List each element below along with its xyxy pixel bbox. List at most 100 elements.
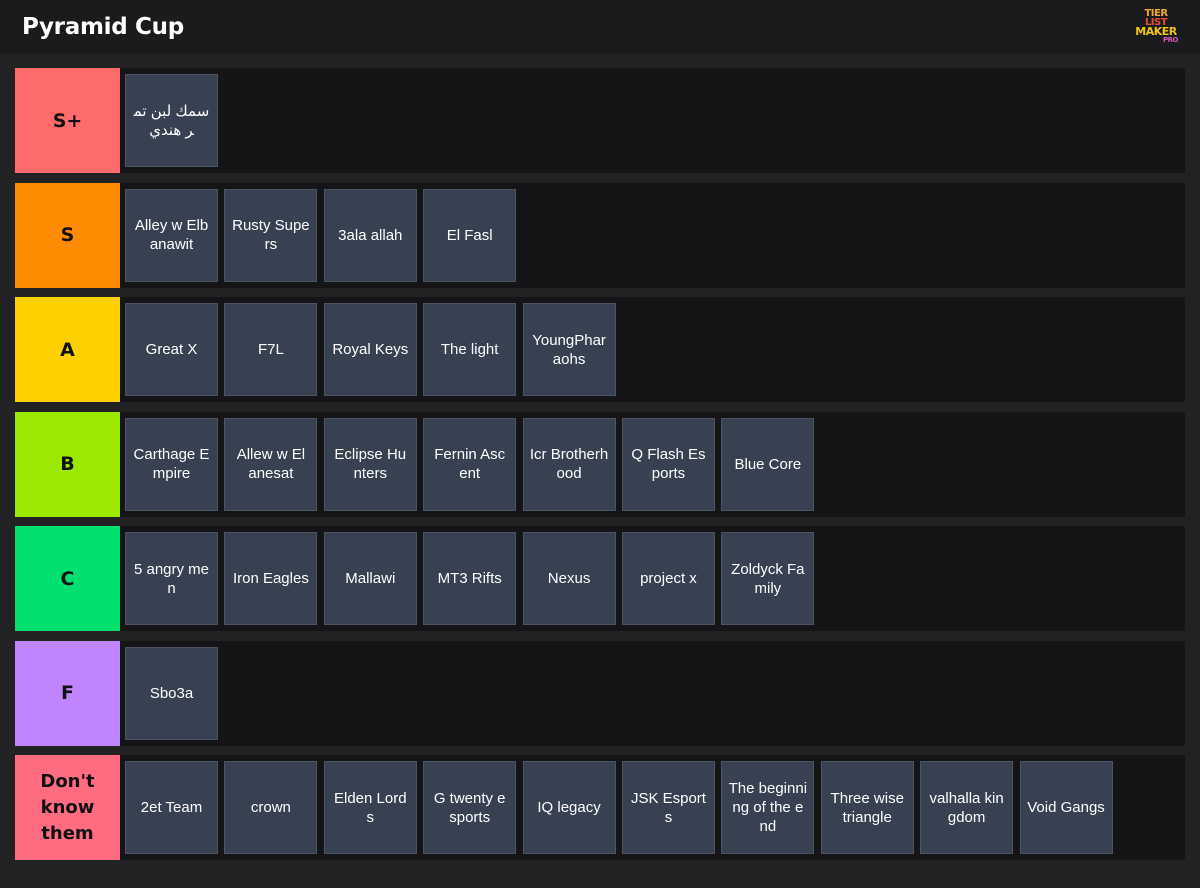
tier-item-card[interactable]: Void Gangs [1019, 761, 1113, 854]
tier-item-card[interactable]: The beginning of the end [721, 761, 815, 854]
tier-item-card[interactable]: Allew w El anesat [224, 417, 318, 511]
tier-items: Alley w Elbanawit Rusty Supers 3ala allah E… [125, 188, 523, 283]
tier-item-label: سمك لبن تمر هندي [133, 102, 210, 139]
tier-items: Sbo3a [125, 646, 224, 741]
page-title: Pyramid Cup [22, 14, 184, 40]
tier-row: S+ سمك لبن تمر هندي [15, 68, 1185, 173]
tier-row: C 5 angry men Iron Eagles Mallawi MT3 Rifts N… [15, 526, 1185, 631]
tier-item-card[interactable]: G twenty esports [423, 761, 517, 854]
tier-item-label: 5 angry men [133, 560, 210, 597]
tier-item-card[interactable]: Eclipse Hunters [323, 417, 417, 511]
tier-item-card[interactable]: Three wise triangle [820, 761, 914, 854]
tier-label-text: Don't know them [40, 770, 95, 844]
tier-row: B Carthage Empire Allew w El anesat Eclipse… [15, 411, 1185, 517]
tier-item-label: Mallawi [345, 570, 396, 587]
tier-item-card[interactable]: crown [224, 761, 318, 854]
tier-item-card[interactable]: YoungPharaohs [522, 303, 616, 396]
tier-item-label: F7L [257, 341, 284, 358]
tier-label-text: S [60, 224, 75, 246]
tier-row: Don't know them 2et Team crown Elden Lords G… [15, 755, 1185, 860]
tier-item-label: Great X [145, 341, 198, 358]
tier-item-label: Rusty Supers [232, 217, 310, 253]
tier-item-label: Royal Keys [332, 341, 409, 358]
tier-item-card[interactable]: Nexus [522, 532, 616, 625]
tier-item-card[interactable]: The light [423, 303, 517, 396]
tier-items: Carthage Empire Allew w El anesat Eclipse … [125, 417, 821, 512]
tier-item-card[interactable]: Blue Core [721, 417, 815, 511]
tier-item-label: valhalla kingdom [929, 789, 1004, 826]
tier-list: S+ سمك لبن تمر هندي S Alley w Elbanawit Rust… [15, 68, 1185, 870]
tier-item-card[interactable]: MT3 Rifts [423, 532, 517, 625]
tier-item-label: The beginning of the end [728, 780, 808, 835]
tier-row: F Sbo3a [15, 640, 1185, 746]
tier-item-label: The light [440, 341, 499, 358]
logo-text-line: PRO [1163, 36, 1178, 44]
tier-item-label: YoungPharaohs [532, 331, 606, 368]
tier-item-card[interactable]: Rusty Supers [224, 188, 318, 282]
tier-item-label: Alley w Elbanawit [134, 217, 209, 253]
logo-text-line: MAKER [1135, 25, 1177, 38]
tier-item-label: crown [250, 799, 291, 816]
tier-item-card[interactable]: Q Flash Esports [621, 417, 715, 511]
tier-item-card[interactable]: Alley w Elbanawit [125, 188, 218, 282]
tier-item-label: Nexus [547, 570, 591, 587]
tier-label[interactable]: S [15, 182, 120, 288]
tier-label-text: B [60, 453, 75, 475]
tier-item-label: Elden Lords [334, 789, 407, 826]
tier-item-card[interactable]: Fernin Ascent [423, 417, 517, 511]
tier-list-maker-logo-icon[interactable]: TIER LIST MAKER PRO [1128, 6, 1184, 48]
tier-items: Great X F7L Royal Keys The light YoungPharao… [125, 303, 622, 397]
tier-item-label: Carthage Empire [133, 446, 210, 482]
tier-item-label: Iron Eagles [232, 570, 309, 587]
tier-item-label: G twenty esports [433, 789, 506, 826]
tier-item-card[interactable]: project x [621, 532, 715, 625]
tier-label[interactable]: B [15, 411, 120, 517]
tier-item-label: Three wise triangle [830, 789, 904, 826]
tier-label-text: F [61, 682, 74, 704]
tier-item-label: IQ legacy [537, 799, 601, 816]
tier-item-label: Icr Brotherhood [529, 446, 609, 482]
tier-item-card[interactable]: 5 angry men [125, 532, 218, 625]
tier-row: A Great X F7L Royal Keys The light YoungPhara… [15, 297, 1185, 402]
tier-row: S Alley w Elbanawit Rusty Supers 3ala allah… [15, 182, 1185, 288]
tier-item-label: MT3 Rifts [437, 570, 502, 587]
tier-item-label: Sbo3a [149, 684, 194, 702]
tier-item-card[interactable]: سمك لبن تمر هندي [125, 74, 218, 167]
tier-item-label: 3ala allah [338, 226, 403, 244]
tier-item-label: Fernin Ascent [434, 446, 506, 482]
tier-item-card[interactable]: 2et Team [125, 761, 218, 854]
tier-item-label: Void Gangs [1027, 799, 1105, 816]
tier-item-card[interactable]: F7L [224, 303, 318, 396]
tier-label[interactable]: S+ [15, 68, 120, 173]
tier-label[interactable]: A [15, 297, 120, 402]
tier-item-card[interactable]: Iron Eagles [224, 532, 318, 625]
tier-items: 2et Team crown Elden Lords G twenty esports… [125, 761, 1119, 855]
tier-item-card[interactable]: Royal Keys [323, 303, 417, 396]
tier-item-card[interactable]: Elden Lords [323, 761, 417, 854]
tier-item-card[interactable]: IQ legacy [522, 761, 616, 854]
tier-item-label: 2et Team [140, 799, 203, 816]
tier-item-card[interactable]: El Fasl [423, 188, 517, 282]
tier-item-card[interactable]: valhalla kingdom [920, 761, 1014, 854]
tier-item-label: Blue Core [734, 455, 802, 473]
tier-item-card[interactable]: Icr Brotherhood [522, 417, 616, 511]
tier-item-card[interactable]: 3ala allah [323, 188, 417, 282]
tier-item-card[interactable]: Sbo3a [125, 646, 218, 740]
tier-item-card[interactable]: JSK Esports [621, 761, 715, 854]
tier-label[interactable]: C [15, 526, 120, 631]
tier-item-label: Eclipse Hunters [334, 446, 407, 482]
tier-item-label: project x [640, 570, 697, 587]
tier-item-label: El Fasl [446, 226, 493, 244]
tier-item-card[interactable]: Zoldyck Family [721, 532, 815, 625]
tier-item-label: Zoldyck Family [731, 560, 805, 597]
app-header: Pyramid Cup TIER LIST MAKER PRO [0, 0, 1200, 54]
tier-items: سمك لبن تمر هندي [125, 74, 224, 168]
tier-label-text: A [60, 338, 75, 361]
tier-label-text: S+ [52, 109, 83, 132]
tier-item-card[interactable]: Great X [125, 303, 218, 396]
tier-item-card[interactable]: Mallawi [323, 532, 417, 625]
tier-label[interactable]: F [15, 640, 120, 746]
tier-item-label: Q Flash Esports [631, 446, 706, 482]
tier-item-card[interactable]: Carthage Empire [125, 417, 218, 511]
tier-label[interactable]: Don't know them [15, 755, 120, 860]
